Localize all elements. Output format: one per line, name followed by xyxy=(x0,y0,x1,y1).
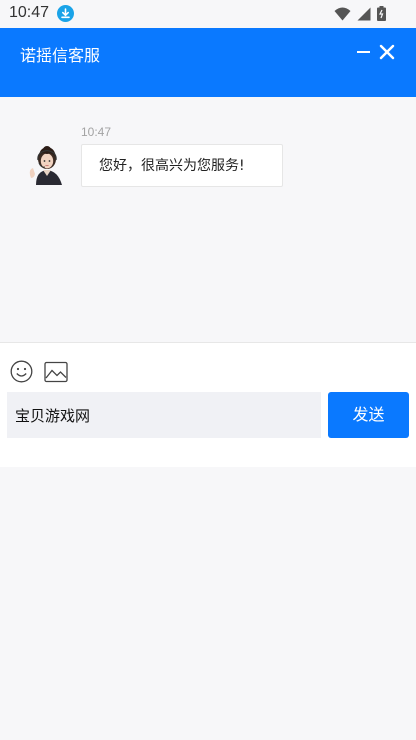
message-timestamp: 10:47 xyxy=(81,125,112,139)
download-icon xyxy=(57,5,74,22)
agent-avatar xyxy=(26,141,68,185)
wifi-icon xyxy=(334,6,351,25)
battery-icon xyxy=(377,6,386,25)
chat-messages: 10:47 您好，很高兴为您服务! xyxy=(0,97,416,343)
header-title: 诺摇信客服 xyxy=(20,46,101,65)
message-input[interactable] xyxy=(7,392,321,438)
minimize-icon[interactable] xyxy=(355,43,373,61)
empty-area xyxy=(0,467,416,740)
signal-icon xyxy=(357,6,371,25)
status-time: 10:47 xyxy=(9,4,50,21)
input-area: 发送 xyxy=(0,343,416,467)
image-icon[interactable] xyxy=(44,361,68,383)
chat-header: 诺摇信客服 xyxy=(0,28,416,97)
send-button[interactable]: 发送 xyxy=(328,392,409,438)
emoji-icon[interactable] xyxy=(10,360,33,383)
status-bar: 10:47 xyxy=(0,0,416,28)
message-bubble: 您好，很高兴为您服务! xyxy=(81,144,283,187)
close-icon[interactable] xyxy=(378,43,396,61)
